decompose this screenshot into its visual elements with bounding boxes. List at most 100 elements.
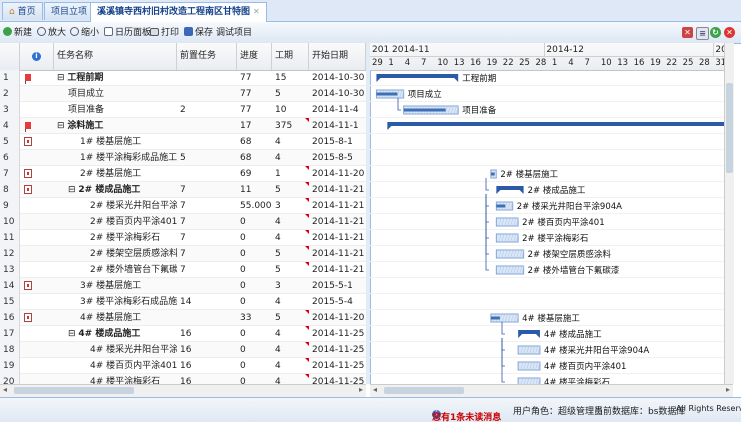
cell-progress[interactable]: 77 (237, 70, 272, 86)
close-icon[interactable]: ✕ (253, 7, 260, 16)
save-button[interactable]: 保存 (184, 26, 213, 40)
summary-bar[interactable] (496, 186, 523, 190)
cell-duration[interactable]: 1 (272, 166, 309, 182)
cell-progress[interactable]: 0 (237, 278, 272, 294)
cell-start[interactable]: 2015-5-1 (309, 278, 366, 294)
cell-duration[interactable]: 5 (272, 182, 309, 198)
cell-name[interactable]: 4# 楼平涂梅彩石 (54, 374, 177, 384)
summary-bar[interactable] (376, 74, 458, 78)
dependency-link[interactable] (486, 194, 489, 238)
cell-name[interactable]: 2# 楼架空层质感涂料 (54, 246, 177, 262)
tools-icon[interactable]: ✕ (682, 27, 693, 38)
task-progress[interactable] (491, 317, 500, 320)
cell-start[interactable]: 2014-11-21 (309, 246, 366, 262)
cell-pred[interactable]: 5 (177, 150, 237, 166)
cell-pred[interactable]: 7 (177, 214, 237, 230)
cell-pred[interactable] (177, 118, 237, 134)
cell-name[interactable]: 2# 楼采光井阳台平涂904A (54, 198, 177, 214)
new-button[interactable]: 新建 (3, 26, 32, 40)
cell-name[interactable]: 项目成立 (54, 86, 177, 102)
zoom-in-button[interactable]: 放大 (37, 26, 66, 40)
dependency-link[interactable] (502, 338, 505, 350)
cell-duration[interactable]: 375 (272, 118, 309, 134)
cell-progress[interactable]: 77 (237, 86, 272, 102)
cell-start[interactable]: 2014-11-21 (309, 230, 366, 246)
cell-duration[interactable]: 4 (272, 374, 309, 384)
table-row[interactable]: 204# 楼平涂梅彩石16042014-11-25 (0, 374, 366, 384)
collapse-toggle-icon[interactable]: ⊟ (57, 121, 67, 131)
cell-pred[interactable]: 16 (177, 342, 237, 358)
scroll-thumb[interactable] (726, 83, 733, 173)
cell-start[interactable]: 2014-11-1 (309, 118, 366, 134)
table-row[interactable]: 4⊟ 涂料施工173752014-11-1 (0, 118, 366, 134)
collapse-toggle-icon[interactable]: ⊟ (68, 185, 78, 195)
scroll-left-icon[interactable]: ◂ (373, 385, 377, 394)
print-button[interactable]: 打印 (150, 26, 179, 40)
cell-name[interactable]: 1# 楼基层施工 (54, 134, 177, 150)
summary-bar-start[interactable] (496, 190, 500, 194)
dependency-link[interactable] (486, 178, 489, 190)
cell-start[interactable]: 2014-11-21 (309, 214, 366, 230)
dependency-link[interactable] (486, 194, 489, 270)
cell-duration[interactable]: 10 (272, 102, 309, 118)
cell-duration[interactable]: 4 (272, 326, 309, 342)
cell-duration[interactable]: 4 (272, 150, 309, 166)
grid-hscrollbar[interactable]: ◂ ▸ (0, 384, 366, 397)
cell-pred[interactable] (177, 134, 237, 150)
cell-duration[interactable]: 15 (272, 70, 309, 86)
cell-pred[interactable]: 7 (177, 246, 237, 262)
cell-progress[interactable]: 69 (237, 166, 272, 182)
scroll-right-icon[interactable]: ▸ (359, 385, 363, 394)
cell-progress[interactable]: 0 (237, 214, 272, 230)
cell-progress[interactable]: 0 (237, 358, 272, 374)
cell-pred[interactable] (177, 86, 237, 102)
cell-start[interactable]: 2014-11-20 (309, 166, 366, 182)
cell-pred[interactable] (177, 70, 237, 86)
cell-duration[interactable]: 5 (272, 246, 309, 262)
cell-duration[interactable]: 4 (272, 358, 309, 374)
cell-name[interactable]: 4# 楼采光井阳台平涂904A (54, 342, 177, 358)
cell-duration[interactable]: 4 (272, 294, 309, 310)
zoom-out-button[interactable]: 缩小 (70, 26, 99, 40)
cell-start[interactable]: 2014-11-25 (309, 374, 366, 384)
header-start-date[interactable]: 开始日期 (309, 43, 366, 70)
header-predecessor[interactable]: 前置任务 (177, 43, 237, 70)
cell-progress[interactable]: 33 (237, 310, 272, 326)
vertical-scrollbar[interactable] (724, 43, 734, 384)
table-row[interactable]: 112# 楼平涂梅彩石7042014-11-21 (0, 230, 366, 246)
summary-bar-end[interactable] (520, 190, 524, 194)
cell-start[interactable]: 2014-11-21 (309, 262, 366, 278)
table-row[interactable]: 194# 楼百页内平涂40116042014-11-25 (0, 358, 366, 374)
cell-pred[interactable]: 7 (177, 230, 237, 246)
collapse-toggle-icon[interactable]: ⊟ (68, 329, 78, 339)
cell-pred[interactable] (177, 166, 237, 182)
cell-pred[interactable]: 14 (177, 294, 237, 310)
table-row[interactable]: 72# 楼基层施工6912014-11-20 (0, 166, 366, 182)
cell-name[interactable]: 4# 楼基层施工 (54, 310, 177, 326)
cell-progress[interactable]: 0 (237, 230, 272, 246)
cell-progress[interactable]: 0 (237, 246, 272, 262)
cell-start[interactable]: 2014-11-25 (309, 326, 366, 342)
cell-progress[interactable]: 68 (237, 134, 272, 150)
dependency-link[interactable] (486, 194, 489, 222)
table-row[interactable]: 92# 楼采光井阳台平涂904A755.00000032014-11-21 (0, 198, 366, 214)
cell-progress[interactable]: 68 (237, 150, 272, 166)
task-progress[interactable] (404, 109, 446, 112)
cell-pred[interactable]: 7 (177, 262, 237, 278)
header-progress[interactable]: 进度 (237, 43, 272, 70)
cell-pred[interactable]: 16 (177, 358, 237, 374)
cell-start[interactable]: 2014-11-25 (309, 358, 366, 374)
calendar-button[interactable]: 日历面板 (104, 26, 151, 40)
table-row[interactable]: 102# 楼百页内平涂4017042014-11-21 (0, 214, 366, 230)
cell-progress[interactable]: 0 (237, 326, 272, 342)
cell-pred[interactable]: 7 (177, 182, 237, 198)
cell-duration[interactable]: 3 (272, 278, 309, 294)
cell-start[interactable]: 2014-10-30 (309, 86, 366, 102)
cell-pred[interactable]: 2 (177, 102, 237, 118)
cell-name[interactable]: ⊟ 涂料施工 (54, 118, 177, 134)
cell-name[interactable]: ⊟ 4# 楼成品施工 (54, 326, 177, 342)
cell-name[interactable]: 3# 楼平涂梅彩石成品施工 (54, 294, 177, 310)
close-icon[interactable]: ✕ (724, 27, 735, 38)
cell-pred[interactable]: 16 (177, 326, 237, 342)
cell-start[interactable]: 2014-11-4 (309, 102, 366, 118)
